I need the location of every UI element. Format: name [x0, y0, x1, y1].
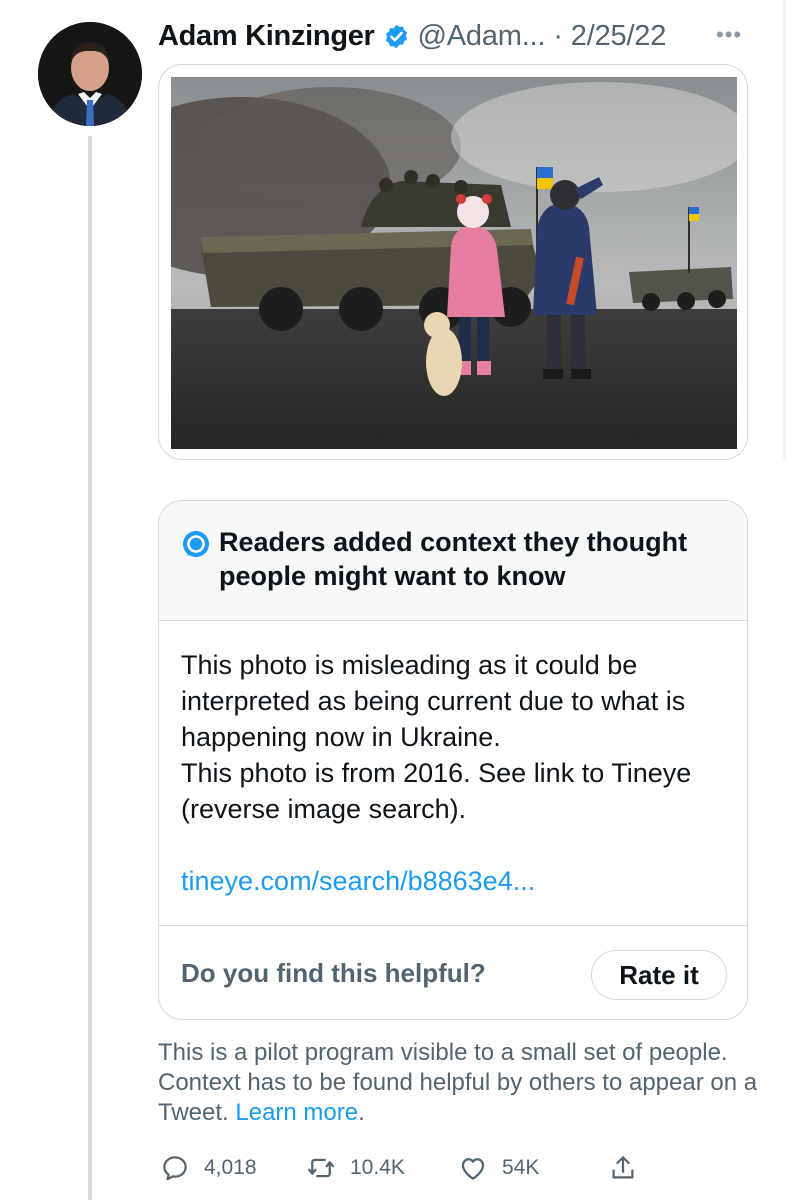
like-icon [461, 1158, 485, 1180]
share-icon [612, 1156, 634, 1179]
tweet-photo[interactable] [158, 64, 748, 460]
note-body: This photo is misleading as it could be … [181, 647, 731, 899]
verified-badge-icon [383, 23, 410, 50]
community-note: Readers added context they thought peopl… [158, 500, 748, 1020]
reply-button[interactable]: 4,018 [160, 1148, 257, 1188]
note-body-line: This photo is from 2016. See link to Tin… [181, 758, 692, 824]
note-body-line: This photo is misleading as it could be … [181, 650, 686, 752]
share-button[interactable] [608, 1148, 638, 1188]
header-separator: · [553, 19, 563, 52]
tweet-header: Adam Kinzinger @Adam... · 2/25/22 [158, 14, 666, 58]
more-icon[interactable]: ••• [716, 22, 742, 48]
note-icon [183, 531, 209, 557]
tweet-date[interactable]: 2/25/22 [571, 20, 667, 53]
photo-illustration [171, 77, 737, 449]
like-button[interactable]: 54K [458, 1148, 539, 1188]
like-count: 54K [502, 1156, 540, 1179]
note-header: Readers added context they thought peopl… [159, 501, 747, 621]
thread-line [88, 136, 92, 1200]
author-name[interactable]: Adam Kinzinger [158, 20, 375, 53]
action-bar: 4,018 10.4K 54K [158, 1148, 758, 1188]
author-handle[interactable]: @Adam... [418, 20, 546, 53]
note-footer: Do you find this helpful? Rate it [159, 925, 747, 1019]
reply-icon [163, 1156, 187, 1181]
author-avatar[interactable] [38, 22, 142, 126]
reply-count: 4,018 [204, 1156, 257, 1179]
pilot-period: . [358, 1099, 365, 1126]
retweet-icon [308, 1158, 334, 1178]
learn-more-link[interactable]: Learn more [235, 1099, 358, 1126]
note-source-link[interactable]: tineye.com/search/b8863e4... [181, 866, 535, 896]
retweet-count: 10.4K [350, 1156, 405, 1179]
retweet-button[interactable]: 10.4K [306, 1148, 405, 1188]
pilot-disclaimer: This is a pilot program visible to a sma… [158, 1038, 758, 1128]
note-title: Readers added context they thought peopl… [219, 527, 688, 591]
rate-it-button[interactable]: Rate it [591, 950, 727, 1000]
helpful-question: Do you find this helpful? [181, 958, 486, 988]
